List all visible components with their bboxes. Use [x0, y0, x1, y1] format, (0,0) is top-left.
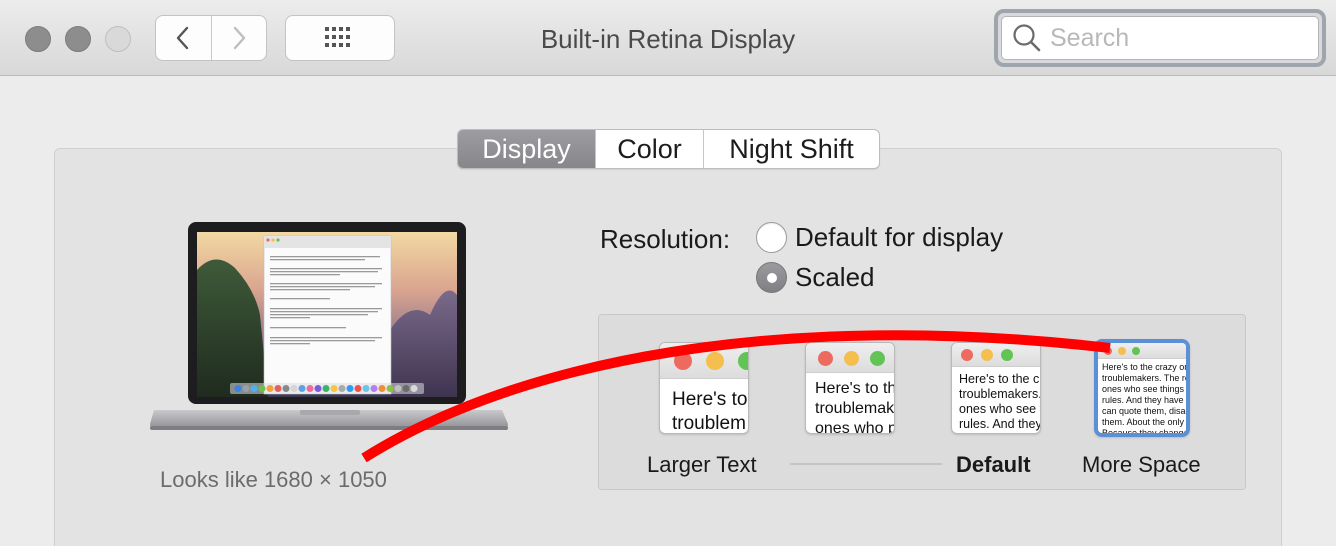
annotation-arrow: [361, 330, 1111, 463]
